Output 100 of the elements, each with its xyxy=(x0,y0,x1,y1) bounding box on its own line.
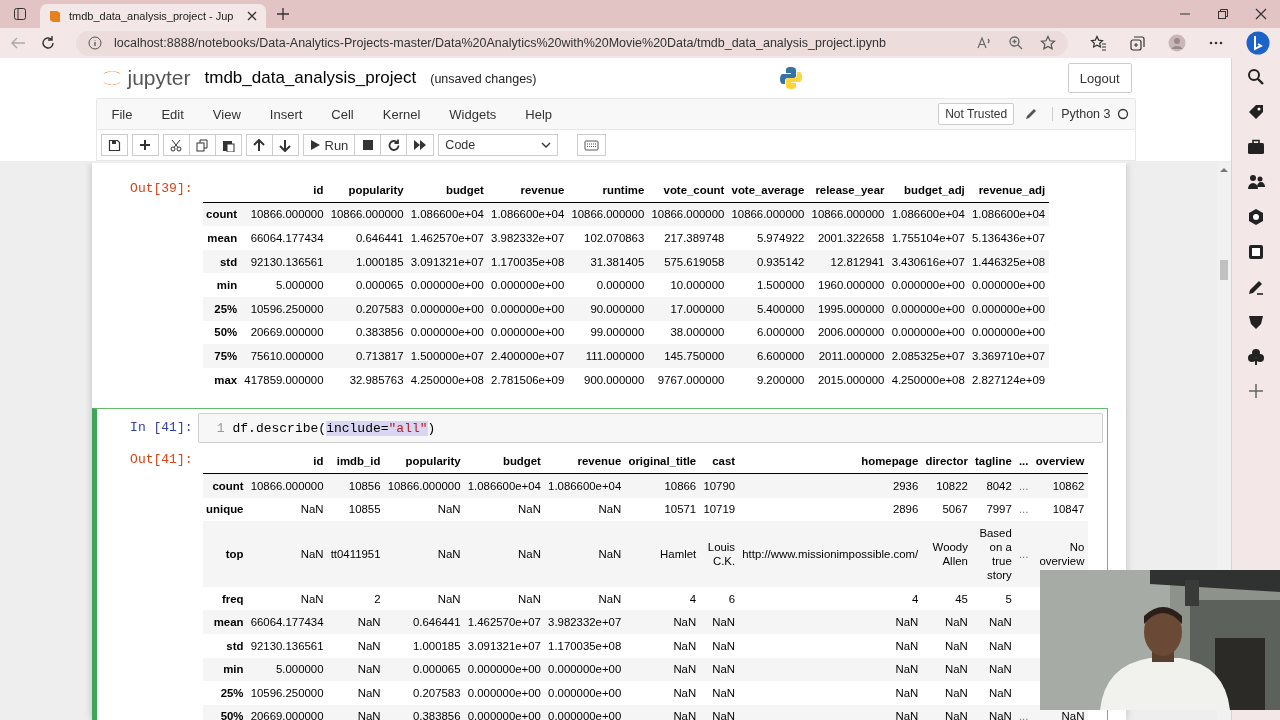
address-bar[interactable]: localhost:8888/notebooks/Data-Analytics-Projects-master/Data%20Analytics%20with%20Movie%20Data/tmdb_data_analysis_project.ipynb xyxy=(76,30,1068,56)
table-cell: NaN xyxy=(1032,704,1088,720)
table-cell: 2001.322658 xyxy=(808,226,889,250)
column-header: runtime xyxy=(567,178,648,203)
column-header: release_year xyxy=(808,178,889,203)
table-cell: NaN xyxy=(699,633,739,658)
table-cell: 0.000000e+00 xyxy=(407,273,488,297)
menu-item[interactable]: View xyxy=(203,106,254,122)
table-cell: 20669.000000 xyxy=(247,704,328,720)
table-cell: 92130.136561 xyxy=(240,249,328,274)
row-label: freq xyxy=(202,586,248,611)
menu-item[interactable]: File xyxy=(102,106,146,122)
table-cell: 10866.000000 xyxy=(384,473,465,498)
table-cell: 10866.000000 xyxy=(247,473,328,498)
input-prompt: In [41]: xyxy=(129,419,193,436)
table-cell: 1.170035e+08 xyxy=(487,249,568,274)
table-cell: 0.000000 xyxy=(567,273,648,297)
logout-button[interactable]: Logout xyxy=(1067,63,1132,93)
row-label: 50% xyxy=(202,320,241,345)
table-cell: 2 xyxy=(327,586,385,611)
table-cell: 1.170035e+08 xyxy=(544,633,625,658)
table-cell: NaN xyxy=(327,657,385,682)
table-cell: 12.812941 xyxy=(808,249,889,274)
table-cell: NaN xyxy=(544,497,625,522)
row-label: top xyxy=(202,521,248,587)
row-label: std xyxy=(202,633,248,658)
table-cell: ... xyxy=(1015,473,1033,498)
table-cell: 5 xyxy=(971,586,1016,611)
table-cell: 0.646441 xyxy=(327,226,408,250)
table-cell: NaN xyxy=(327,633,385,658)
table-cell: 0.000000e+00 xyxy=(487,273,568,297)
table-cell: 10866.000000 xyxy=(567,202,648,227)
table-cell: 111.000000 xyxy=(567,344,648,368)
table-cell: NaN xyxy=(624,704,700,720)
table-cell: 10862 xyxy=(1032,473,1088,498)
kernel-name: Python 3 xyxy=(1052,107,1111,121)
table-cell: 10596.250000 xyxy=(247,681,328,705)
table-cell: NaN xyxy=(921,633,972,658)
table-cell: 10856 xyxy=(327,473,385,498)
table-cell: 0.207583 xyxy=(327,296,408,321)
code-editor[interactable]: 1 df.describe(include="all") xyxy=(197,413,1103,444)
table-cell: NaN xyxy=(971,681,1016,705)
table-cell: 9767.000000 xyxy=(647,367,728,392)
menu-item[interactable]: Insert xyxy=(260,106,316,122)
table-cell: 0.000065 xyxy=(327,273,408,297)
table-cell: NaN xyxy=(971,633,1016,658)
table-cell: NaN xyxy=(699,681,739,705)
row-label: 75% xyxy=(202,344,241,368)
table-cell: 2015.000000 xyxy=(808,367,889,392)
column-header: popularity xyxy=(327,178,408,203)
table-cell: 0.646441 xyxy=(384,610,465,634)
table-cell: 3.982332e+07 xyxy=(487,226,568,250)
column-header: tagline xyxy=(971,449,1016,474)
table-cell: NaN xyxy=(247,586,328,611)
table-cell: 6.000000 xyxy=(727,320,808,345)
table-cell: NaN xyxy=(464,521,545,587)
column-header: id xyxy=(247,449,328,474)
table-cell: 0.000000e+00 xyxy=(968,273,1049,297)
table-cell: NaN xyxy=(921,681,972,705)
menu-item[interactable]: Kernel xyxy=(373,106,434,122)
row-label: max xyxy=(202,367,241,392)
table-cell: 417859.000000 xyxy=(240,367,328,392)
table-cell: NaN xyxy=(921,657,972,682)
notebook-title[interactable]: tmdb_data_analysis_project xyxy=(204,68,417,88)
menu-item[interactable]: Widgets xyxy=(440,106,510,122)
trust-button[interactable]: Not Trusted xyxy=(938,103,1015,125)
column-header: vote_average xyxy=(727,178,808,203)
table-cell: 10719 xyxy=(699,497,739,522)
table-cell: NaN xyxy=(464,497,545,522)
table-cell: 1.462570e+07 xyxy=(407,226,488,250)
row-label: count xyxy=(202,202,241,227)
table-cell: NaN xyxy=(384,497,465,522)
row-label: std xyxy=(202,249,241,274)
table-cell: NaN xyxy=(699,657,739,682)
browser-tab[interactable]: tmdb_data_analysis_project - Jup xyxy=(40,4,266,28)
menu-item[interactable]: Cell xyxy=(322,106,367,122)
table-cell: 1.500000 xyxy=(727,273,808,297)
url-text: localhost:8888/notebooks/Data-Analytics-Projects-master/Data%20Analytics%20with%20Movie%20Data/tmdb_data_analysis_project.ipynb xyxy=(114,36,887,50)
table-cell: 0.000000e+00 xyxy=(464,681,545,705)
menu-item[interactable]: Help xyxy=(516,106,566,122)
table-cell: 0.000000e+00 xyxy=(407,320,488,345)
table-cell: 0.000000e+00 xyxy=(407,296,488,321)
row-label: min xyxy=(202,657,248,682)
table-cell: 1.000185 xyxy=(327,249,408,274)
table-cell: 1.086600e+04 xyxy=(544,473,625,498)
table-cell: 10866.000000 xyxy=(327,202,408,227)
table-cell: 2.827124e+09 xyxy=(968,367,1049,392)
cell-type-dropdown[interactable]: Code xyxy=(438,134,559,156)
table-cell: 575.619058 xyxy=(647,249,728,274)
run-button[interactable]: Run xyxy=(302,134,356,156)
menu-item[interactable]: Edit xyxy=(152,106,197,122)
column-header: overview xyxy=(1032,449,1088,474)
table-cell: 3.982332e+07 xyxy=(544,610,625,634)
table-cell: 4 xyxy=(738,586,922,611)
output-prompt: Out[41]: xyxy=(129,451,193,468)
table-cell: 1995.000000 xyxy=(808,296,889,321)
column-header: director xyxy=(921,449,972,474)
table-cell: NaN xyxy=(327,681,385,705)
table-cell: 1960.000000 xyxy=(808,273,889,297)
table-cell: 10866.000000 xyxy=(727,202,808,227)
